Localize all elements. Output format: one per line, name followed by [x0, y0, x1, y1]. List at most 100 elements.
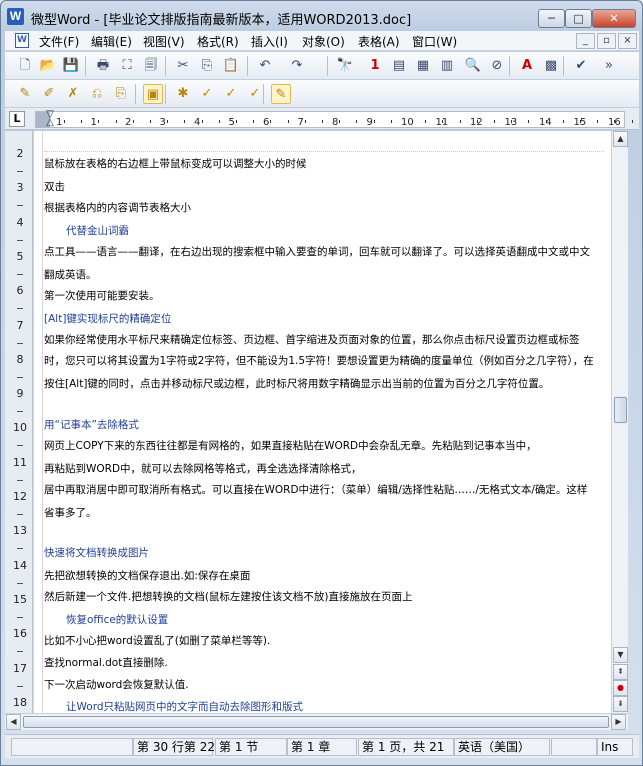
- menu-object[interactable]: 对象(O): [302, 33, 345, 50]
- vertical-ruler[interactable]: 2 3 4 5 6 7 8 9 10 11 12 13 14 15 16 17 18: [5, 131, 33, 721]
- mdi-minimize-button[interactable]: _: [576, 33, 595, 49]
- menu-edit[interactable]: 编辑(E): [91, 33, 132, 50]
- ruler-label: 7: [297, 117, 304, 128]
- tab-selector[interactable]: L: [9, 111, 25, 127]
- ruler-tick: [184, 120, 186, 123]
- delete-comment-icon[interactable]: ✗: [63, 84, 83, 104]
- page-number-icon[interactable]: 1: [365, 56, 385, 76]
- vertical-scroll-thumb[interactable]: [614, 397, 627, 423]
- menu-file[interactable]: 文件(F): [39, 33, 79, 50]
- scroll-down-button[interactable]: ▼: [613, 647, 628, 663]
- horizontal-scrollbar[interactable]: ◀ ▶: [5, 713, 628, 730]
- previous-page-button[interactable]: ⇞: [613, 664, 628, 680]
- print-preview-icon[interactable]: 🗐: [141, 56, 161, 76]
- edit-comment-icon[interactable]: ✐: [39, 84, 59, 104]
- ruler-tick: [322, 120, 323, 123]
- reject-all-icon[interactable]: ✓: [245, 84, 265, 104]
- next-page-button[interactable]: ⇟: [613, 696, 628, 712]
- vruler-tick: [17, 342, 23, 344]
- ruler-tick: [494, 120, 495, 123]
- image-icon[interactable]: ▩: [541, 56, 561, 76]
- word-app-icon[interactable]: W: [7, 8, 24, 25]
- next-comment-icon[interactable]: ⎘: [111, 84, 131, 104]
- print-icon[interactable]: 🖶: [93, 56, 113, 76]
- paste-icon[interactable]: 📋: [221, 56, 241, 76]
- vruler-label: 18: [13, 695, 27, 709]
- document-line: 双击: [44, 181, 65, 193]
- horizontal-scroll-thumb[interactable]: [23, 716, 609, 728]
- new-document-icon[interactable]: 🗋: [15, 56, 35, 76]
- vruler-tick: [17, 376, 23, 378]
- reviewing-pane-icon[interactable]: ✎: [271, 84, 291, 104]
- track-changes-icon[interactable]: ▣: [143, 84, 163, 104]
- more-icon[interactable]: »: [599, 56, 619, 76]
- font-color-icon[interactable]: A: [517, 56, 537, 76]
- accept-icon[interactable]: ✱: [173, 84, 193, 104]
- ruler-label: 3: [159, 117, 166, 128]
- vruler-label: 13: [13, 524, 27, 538]
- ruler-tick: [390, 120, 392, 123]
- accept-all-icon[interactable]: ✓: [197, 84, 217, 104]
- vruler-tick: [17, 651, 23, 653]
- ruler-tick: [201, 120, 203, 123]
- toolbar-separator: [327, 56, 328, 76]
- spell-check-icon[interactable]: ✔: [571, 56, 591, 76]
- vertical-scrollbar[interactable]: ▲ ▼ ⇞ ● ⇟: [611, 131, 628, 713]
- maximize-button[interactable]: □: [565, 9, 592, 28]
- ruler-tick: [64, 120, 65, 123]
- ruler-tick: [442, 120, 444, 123]
- insert-page-icon[interactable]: ▤: [389, 56, 409, 76]
- layout-icon[interactable]: ▦: [413, 56, 433, 76]
- ruler-tick: [425, 120, 427, 123]
- vruler-label: 15: [13, 592, 27, 606]
- ruler-label: 1: [90, 117, 97, 128]
- cut-icon[interactable]: ✂: [173, 56, 193, 76]
- document-icon[interactable]: W: [15, 33, 29, 48]
- browse-object-button[interactable]: ●: [613, 680, 628, 696]
- mdi-close-button[interactable]: ×: [618, 33, 637, 49]
- ruler-tick: [253, 120, 255, 123]
- vruler-tick: [17, 548, 23, 550]
- vruler-tick: [17, 445, 23, 447]
- copy-icon[interactable]: ⎘: [197, 56, 217, 76]
- columns-icon[interactable]: ▥: [437, 56, 457, 76]
- document-page[interactable]: 鼠标放在表格的右边框上带鼠标变成可以调整大小的时候 双击 根据表格内的内容调节表格大…: [34, 131, 611, 713]
- reject-icon[interactable]: ✓: [221, 84, 241, 104]
- pdf-icon[interactable]: ⛶: [117, 56, 137, 76]
- status-mode: Ins: [597, 738, 633, 756]
- menu-format[interactable]: 格式(R): [197, 33, 239, 50]
- scroll-left-button[interactable]: ◀: [6, 714, 21, 730]
- ruler-tick: [304, 120, 306, 123]
- menu-window[interactable]: 窗口(W): [412, 33, 457, 50]
- mdi-restore-button[interactable]: ▫: [597, 33, 616, 49]
- undo-icon[interactable]: ↶: [255, 56, 275, 76]
- find-icon[interactable]: 🔭: [335, 56, 355, 76]
- indent-marker-icon[interactable]: ▽ △: [44, 110, 56, 128]
- close-button[interactable]: ✕: [592, 9, 636, 28]
- toolbar-separator: [509, 56, 510, 76]
- open-folder-icon[interactable]: 📂: [38, 56, 58, 76]
- ruler-tick: [614, 120, 616, 123]
- horizontal-ruler[interactable]: ▽△ 112345678910111213141516: [35, 110, 633, 128]
- vruler-label: 3: [16, 181, 24, 195]
- status-empty: [551, 738, 597, 756]
- vruler-label: 10: [13, 421, 27, 435]
- redo-icon[interactable]: ↷: [287, 56, 307, 76]
- scroll-right-button[interactable]: ▶: [611, 714, 626, 730]
- menu-insert[interactable]: 插入(I): [251, 33, 288, 50]
- zoom-icon[interactable]: 🔍: [463, 56, 483, 76]
- menu-view[interactable]: 视图(V): [143, 33, 185, 50]
- status-page: 第 1 页，共 21: [358, 738, 454, 756]
- toolbar-separator: [165, 56, 166, 76]
- title-bar: W 微型Word - [毕业论文排版指南最新版本，适用WORD2013.doc]…: [1, 1, 642, 31]
- minimize-button[interactable]: ─: [538, 9, 565, 28]
- save-icon[interactable]: 💾: [61, 56, 81, 76]
- ruler-tick: [81, 120, 83, 123]
- menu-table[interactable]: 表格(A): [358, 33, 400, 50]
- scroll-up-button[interactable]: ▲: [613, 131, 628, 147]
- previous-comment-icon[interactable]: ⎌: [87, 84, 107, 104]
- toolbar-separator: [85, 56, 86, 76]
- comment-icon[interactable]: ✎: [15, 84, 35, 104]
- ruler-tick: [236, 120, 237, 123]
- no-format-icon[interactable]: ⊘: [487, 56, 507, 76]
